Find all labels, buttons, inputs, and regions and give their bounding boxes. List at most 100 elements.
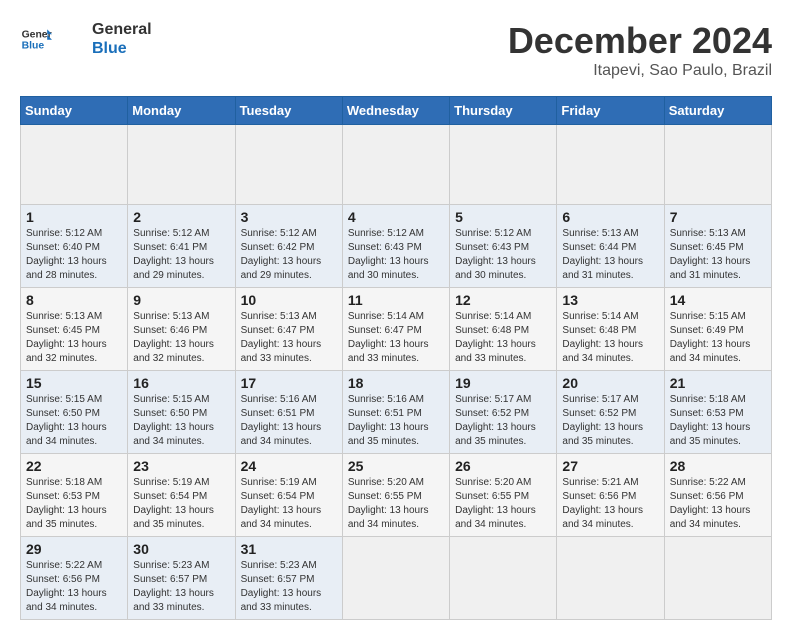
calendar-header-cell: Monday <box>128 97 235 125</box>
day-number: 28 <box>670 458 766 474</box>
day-info: Sunrise: 5:23 AMSunset: 6:57 PMDaylight:… <box>133 559 229 615</box>
calendar-week-row: 15Sunrise: 5:15 AMSunset: 6:50 PMDayligh… <box>21 371 772 454</box>
calendar-day-cell: 27Sunrise: 5:21 AMSunset: 6:56 PMDayligh… <box>557 454 664 537</box>
calendar-day-cell: 18 Sunrise: 5:16 AMSunset: 6:51 PMDayligh… <box>342 371 449 454</box>
day-number: 19 <box>455 375 551 391</box>
logo: General Blue General Blue <box>20 20 152 58</box>
day-info: Sunrise: 5:15 AMSunset: 6:50 PMDaylight:… <box>133 393 229 449</box>
day-number: 14 <box>670 292 766 308</box>
day-info: Sunrise: 5:19 AMSunset: 6:54 PMDaylight:… <box>133 476 229 532</box>
day-info: Sunrise: 5:18 AMSunset: 6:53 PMDaylight:… <box>26 476 122 532</box>
day-number: 18 <box>348 375 444 391</box>
header: General Blue General Blue December 2024 … <box>20 20 772 80</box>
calendar-day-cell: 16 Sunrise: 5:15 AMSunset: 6:50 PMDayligh… <box>128 371 235 454</box>
calendar-header-cell: Saturday <box>664 97 771 125</box>
calendar-week-row <box>21 125 772 205</box>
day-info: Sunrise: 5:14 AMSunset: 6:48 PMDaylight:… <box>562 310 658 366</box>
day-info: Sunrise: 5:13 AMSunset: 6:46 PMDaylight:… <box>133 310 229 366</box>
calendar-header-cell: Wednesday <box>342 97 449 125</box>
logo-general: General <box>92 20 152 39</box>
calendar-day-cell: 6Sunrise: 5:13 AMSunset: 6:44 PMDaylight… <box>557 205 664 288</box>
day-info: Sunrise: 5:16 AMSunset: 6:51 PMDaylight:… <box>348 393 444 449</box>
calendar-header-cell: Sunday <box>21 97 128 125</box>
calendar-week-row: 1 Sunrise: 5:12 AMSunset: 6:40 PMDaylight… <box>21 205 772 288</box>
day-info: Sunrise: 5:13 AMSunset: 6:47 PMDaylight:… <box>241 310 337 366</box>
calendar-header-cell: Tuesday <box>235 97 342 125</box>
calendar-day-cell: 26Sunrise: 5:20 AMSunset: 6:55 PMDayligh… <box>450 454 557 537</box>
calendar-day-cell: 15Sunrise: 5:15 AMSunset: 6:50 PMDayligh… <box>21 371 128 454</box>
day-info: Sunrise: 5:12 AMSunset: 6:43 PMDaylight:… <box>348 227 444 283</box>
day-info: Sunrise: 5:12 AMSunset: 6:43 PMDaylight:… <box>455 227 551 283</box>
location-title: Itapevi, Sao Paulo, Brazil <box>508 62 772 80</box>
calendar-day-cell: 7 Sunrise: 5:13 AMSunset: 6:45 PMDaylight… <box>664 205 771 288</box>
day-number: 12 <box>455 292 551 308</box>
day-number: 10 <box>241 292 337 308</box>
day-info: Sunrise: 5:18 AMSunset: 6:53 PMDaylight:… <box>670 393 766 449</box>
calendar-day-cell <box>21 125 128 205</box>
calendar-day-cell: 30 Sunrise: 5:23 AMSunset: 6:57 PMDayligh… <box>128 537 235 620</box>
calendar-day-cell: 11Sunrise: 5:14 AMSunset: 6:47 PMDayligh… <box>342 288 449 371</box>
calendar-day-cell: 31 Sunrise: 5:23 AMSunset: 6:57 PMDayligh… <box>235 537 342 620</box>
day-info: Sunrise: 5:20 AMSunset: 6:55 PMDaylight:… <box>348 476 444 532</box>
calendar-day-cell: 17 Sunrise: 5:16 AMSunset: 6:51 PMDayligh… <box>235 371 342 454</box>
calendar-day-cell: 9 Sunrise: 5:13 AMSunset: 6:46 PMDaylight… <box>128 288 235 371</box>
day-number: 11 <box>348 292 444 308</box>
calendar-day-cell: 20 Sunrise: 5:17 AMSunset: 6:52 PMDayligh… <box>557 371 664 454</box>
calendar-week-row: 8Sunrise: 5:13 AMSunset: 6:45 PMDaylight… <box>21 288 772 371</box>
title-area: December 2024 Itapevi, Sao Paulo, Brazil <box>508 20 772 80</box>
day-number: 30 <box>133 541 229 557</box>
calendar-day-cell <box>128 125 235 205</box>
calendar-day-cell: 22 Sunrise: 5:18 AMSunset: 6:53 PMDayligh… <box>21 454 128 537</box>
day-info: Sunrise: 5:13 AMSunset: 6:45 PMDaylight:… <box>670 227 766 283</box>
calendar-day-cell: 13Sunrise: 5:14 AMSunset: 6:48 PMDayligh… <box>557 288 664 371</box>
calendar-day-cell: 19 Sunrise: 5:17 AMSunset: 6:52 PMDayligh… <box>450 371 557 454</box>
month-title: December 2024 <box>508 20 772 62</box>
calendar-day-cell: 28Sunrise: 5:22 AMSunset: 6:56 PMDayligh… <box>664 454 771 537</box>
calendar-day-cell: 24Sunrise: 5:19 AMSunset: 6:54 PMDayligh… <box>235 454 342 537</box>
day-info: Sunrise: 5:17 AMSunset: 6:52 PMDaylight:… <box>562 393 658 449</box>
day-number: 17 <box>241 375 337 391</box>
calendar-day-cell <box>235 125 342 205</box>
day-number: 20 <box>562 375 658 391</box>
calendar-day-cell <box>664 125 771 205</box>
calendar-day-cell: 4 Sunrise: 5:12 AMSunset: 6:43 PMDaylight… <box>342 205 449 288</box>
day-number: 16 <box>133 375 229 391</box>
calendar-day-cell: 14Sunrise: 5:15 AMSunset: 6:49 PMDayligh… <box>664 288 771 371</box>
calendar-day-cell: 29Sunrise: 5:22 AMSunset: 6:56 PMDayligh… <box>21 537 128 620</box>
calendar-day-cell <box>664 537 771 620</box>
day-info: Sunrise: 5:13 AMSunset: 6:44 PMDaylight:… <box>562 227 658 283</box>
day-info: Sunrise: 5:15 AMSunset: 6:50 PMDaylight:… <box>26 393 122 449</box>
day-number: 5 <box>455 209 551 225</box>
day-info: Sunrise: 5:12 AMSunset: 6:42 PMDaylight:… <box>241 227 337 283</box>
day-number: 22 <box>26 458 122 474</box>
calendar-day-cell: 23Sunrise: 5:19 AMSunset: 6:54 PMDayligh… <box>128 454 235 537</box>
calendar-header-cell: Thursday <box>450 97 557 125</box>
day-info: Sunrise: 5:12 AMSunset: 6:41 PMDaylight:… <box>133 227 229 283</box>
day-number: 4 <box>348 209 444 225</box>
day-number: 21 <box>670 375 766 391</box>
calendar-day-cell: 10 Sunrise: 5:13 AMSunset: 6:47 PMDayligh… <box>235 288 342 371</box>
calendar-day-cell: 1 Sunrise: 5:12 AMSunset: 6:40 PMDaylight… <box>21 205 128 288</box>
calendar-week-row: 29Sunrise: 5:22 AMSunset: 6:56 PMDayligh… <box>21 537 772 620</box>
calendar-day-cell <box>557 537 664 620</box>
day-number: 8 <box>26 292 122 308</box>
calendar-header-row: SundayMondayTuesdayWednesdayThursdayFrid… <box>21 97 772 125</box>
day-info: Sunrise: 5:23 AMSunset: 6:57 PMDaylight:… <box>241 559 337 615</box>
calendar-day-cell <box>450 125 557 205</box>
day-number: 9 <box>133 292 229 308</box>
calendar-day-cell <box>342 537 449 620</box>
day-number: 27 <box>562 458 658 474</box>
day-info: Sunrise: 5:14 AMSunset: 6:48 PMDaylight:… <box>455 310 551 366</box>
day-info: Sunrise: 5:12 AMSunset: 6:40 PMDaylight:… <box>26 227 122 283</box>
day-number: 7 <box>670 209 766 225</box>
calendar-week-row: 22 Sunrise: 5:18 AMSunset: 6:53 PMDayligh… <box>21 454 772 537</box>
day-info: Sunrise: 5:16 AMSunset: 6:51 PMDaylight:… <box>241 393 337 449</box>
day-number: 31 <box>241 541 337 557</box>
calendar-day-cell: 5 Sunrise: 5:12 AMSunset: 6:43 PMDaylight… <box>450 205 557 288</box>
svg-text:Blue: Blue <box>22 41 45 52</box>
day-number: 26 <box>455 458 551 474</box>
day-number: 29 <box>26 541 122 557</box>
day-info: Sunrise: 5:17 AMSunset: 6:52 PMDaylight:… <box>455 393 551 449</box>
day-number: 1 <box>26 209 122 225</box>
calendar-day-cell: 21 Sunrise: 5:18 AMSunset: 6:53 PMDayligh… <box>664 371 771 454</box>
